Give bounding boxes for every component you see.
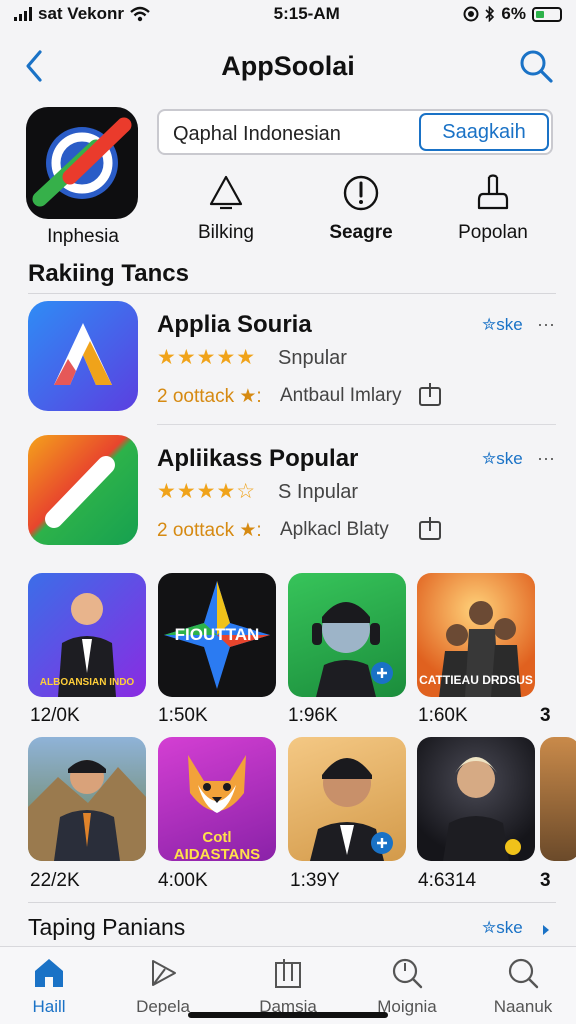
search-icon[interactable]: [516, 46, 556, 86]
tile-caption: Cotl AIDASTANS: [173, 829, 261, 861]
rating-label: S Inpular: [278, 481, 359, 503]
app-icon[interactable]: [28, 301, 138, 411]
focus-icon: [463, 6, 479, 22]
row-divider: [157, 424, 556, 425]
tab-moignia[interactable]: Moignia: [352, 957, 462, 1017]
warning-icon: [209, 175, 243, 210]
tile-count: 1:39Y: [290, 870, 340, 891]
chevron-right-icon[interactable]: [540, 922, 552, 938]
app-category: Aplkacl Blaty: [280, 519, 389, 540]
search-input[interactable]: Qaphal Indonesian Saagkaih: [157, 109, 553, 155]
ranking-section-title: Rakiing Tancs: [28, 260, 189, 287]
grid-tile[interactable]: Cotl AIDASTANS: [158, 737, 276, 861]
battery-icon: [531, 6, 562, 22]
search-input-value: Qaphal Indonesian: [173, 123, 341, 145]
footer-section-title: Taping Panians: [28, 914, 186, 940]
bookmark-icon: [275, 959, 301, 988]
get-button[interactable]: ✮ske: [482, 315, 523, 335]
app-name[interactable]: Apliikass Popular: [157, 445, 358, 473]
search-icon: [392, 958, 423, 989]
tile-caption: ALBOANSIAN INDO: [39, 677, 135, 688]
app-category: Antbaul Imlary: [280, 385, 402, 406]
page-title: AppSoolai: [221, 50, 355, 81]
tab-home[interactable]: Haill: [0, 957, 104, 1017]
tile-count-edge: 3: [540, 870, 551, 891]
grid-tile[interactable]: [417, 737, 535, 861]
quick-action-popolan[interactable]: Popolan: [438, 174, 548, 254]
grid-tile-partial[interactable]: [540, 737, 576, 861]
pen-icon: [152, 960, 176, 986]
tile-count: 1:50K: [158, 705, 208, 726]
footer-section-link[interactable]: ✮ske: [482, 918, 523, 938]
grid-tile[interactable]: FIOUTTAN: [158, 573, 276, 697]
bluetooth-icon: [485, 6, 495, 22]
battery-percent: 6%: [501, 4, 526, 23]
wifi-icon: [130, 6, 150, 22]
ranking-app-row[interactable]: Apliikass Popular ★★★★☆ S Inpular 2 oott…: [0, 435, 576, 555]
home-indicator: [188, 1012, 388, 1018]
tile-count: 1:96K: [288, 705, 338, 726]
carrier-label: sat Vekonr: [38, 4, 124, 23]
home-icon: [35, 959, 63, 987]
search-button[interactable]: Saagkaih: [419, 113, 549, 151]
tile-count: 4:6314: [418, 870, 477, 891]
app-name[interactable]: Applia Souria: [157, 311, 312, 339]
grid-tile[interactable]: CATTIEAU DRDSUS: [417, 573, 535, 697]
back-chevron-icon[interactable]: [18, 46, 54, 86]
quick-action-bilking[interactable]: Bilking: [171, 174, 281, 254]
grid-tile[interactable]: [288, 737, 406, 861]
download-count: 2 oottack ★:: [157, 520, 262, 541]
grid-tile[interactable]: [28, 737, 146, 861]
grid-tile[interactable]: [288, 573, 406, 697]
tile-count: 1:60K: [418, 705, 468, 726]
tab-naanuk[interactable]: Naanuk: [468, 957, 576, 1017]
star-rating: ★★★★★: [157, 346, 257, 369]
section-divider: [28, 902, 556, 903]
more-options-icon[interactable]: ···: [537, 314, 555, 335]
quick-action-seagre[interactable]: Seagre: [306, 174, 416, 254]
tab-damsia[interactable]: Damsia: [233, 957, 343, 1017]
section-divider: [28, 293, 556, 294]
rating-label: Snpular: [278, 347, 347, 369]
tile-count: 4:00K: [158, 870, 208, 891]
tab-label: Naanuk: [493, 997, 553, 1016]
featured-app-icon[interactable]: [26, 107, 138, 219]
thumbs-up-icon: [477, 174, 509, 210]
ranking-app-row[interactable]: Applia Souria ★★★★★ Snpular 2 oottack ★:…: [0, 301, 576, 421]
quick-action-label: Popolan: [458, 222, 528, 243]
share-icon[interactable]: [418, 381, 442, 407]
tile-caption: CATTIEAU DRDSUS: [419, 673, 533, 687]
status-bar: sat Vekonr 5:15-AM 6%: [0, 0, 576, 28]
search-icon: [508, 958, 539, 989]
more-options-icon[interactable]: ···: [537, 448, 555, 469]
tab-depela[interactable]: Depela: [108, 957, 218, 1017]
share-icon[interactable]: [418, 515, 442, 541]
tile-count: 12/0K: [30, 705, 80, 726]
tile-count: 22/2K: [30, 870, 80, 891]
get-button[interactable]: ✮ske: [482, 449, 523, 469]
app-icon[interactable]: [28, 435, 138, 545]
hero-section: Inphesia Qaphal Indonesian Saagkaih Bilk…: [0, 104, 576, 254]
download-count: 2 oottack ★:: [157, 386, 262, 407]
tab-label: Haill: [32, 997, 66, 1016]
alert-circle-icon: [343, 175, 379, 211]
clock: 5:15-AM: [273, 4, 340, 23]
quick-action-label: Seagre: [329, 222, 393, 243]
tile-caption: FIOUTTAN: [174, 625, 260, 644]
quick-action-label: Bilking: [198, 222, 254, 243]
nav-bar: AppSoolai: [0, 38, 576, 94]
star-rating: ★★★★☆: [157, 480, 257, 503]
grid-tile[interactable]: ALBOANSIAN INDO: [28, 573, 146, 697]
tile-count-edge: 3: [540, 705, 551, 726]
signal-icon: [14, 7, 32, 21]
featured-app-label: Inphesia: [47, 226, 119, 247]
